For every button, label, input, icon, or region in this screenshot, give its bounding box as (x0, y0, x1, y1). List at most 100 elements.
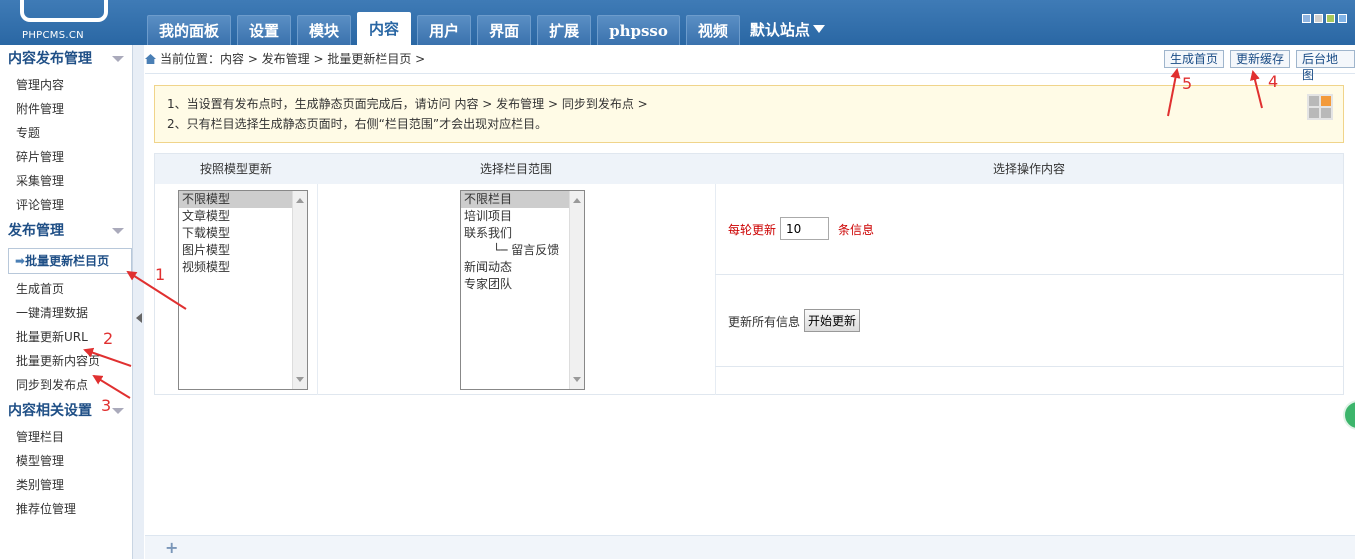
model-select-list[interactable]: 不限模型 文章模型 下载模型 图片模型 视频模型 (178, 190, 308, 390)
sidebar-item-generate-home[interactable]: 生成首页 (0, 277, 132, 301)
plus-icon[interactable]: + (165, 538, 178, 557)
column-header-model: 按照模型更新 (155, 154, 317, 184)
category-select-list[interactable]: 不限栏目 培训项目 联系我们 └─ 留言反馈 新闻动态 专家团队 (460, 190, 585, 390)
start-update-button[interactable]: 开始更新 (804, 309, 861, 332)
arrow-right-icon: ➡ (15, 254, 26, 268)
sidebar-item-batch-update-category[interactable]: ➡批量更新栏目页 (8, 248, 132, 274)
skin-switcher (1302, 14, 1347, 23)
model-option[interactable]: 不限模型 (179, 191, 307, 208)
top-header: PHPCMS.CN 我的面板 设置 模块 内容 用户 界面 扩展 phpsso … (0, 0, 1355, 45)
main-panel: 当前位置：内容 > 发布管理 > 批量更新栏目页 > 生成首页 更新缓存 后台地… (145, 45, 1355, 559)
breadcrumb-text: 当前位置：内容 > 发布管理 > 批量更新栏目页 > (160, 52, 426, 66)
row-divider (715, 274, 1343, 275)
collapse-left-icon (136, 313, 142, 323)
model-option[interactable]: 文章模型 (179, 208, 307, 225)
logo-text: PHPCMS.CN (22, 30, 84, 41)
collapse-icon (112, 56, 124, 62)
tab-settings[interactable]: 设置 (237, 15, 292, 45)
annotation-label-4: 4 (1268, 72, 1279, 91)
model-option[interactable]: 图片模型 (179, 242, 307, 259)
sidebar-item-model-manage[interactable]: 模型管理 (0, 449, 132, 473)
tab-my-panel[interactable]: 我的面板 (147, 15, 232, 45)
backend-map-button[interactable]: 后台地图 (1296, 50, 1355, 82)
column-divider (715, 184, 716, 395)
rounds-label: 每轮更新 (728, 223, 777, 237)
rounds-unit: 条信息 (838, 223, 875, 237)
skin-swatch-lightblue[interactable] (1338, 14, 1347, 23)
collapse-icon (112, 228, 124, 234)
tab-extensions[interactable]: 扩展 (537, 15, 592, 45)
section-title: 内容相关设置 (8, 403, 92, 419)
tab-video[interactable]: 视频 (685, 15, 740, 45)
main-nav: 我的面板 设置 模块 内容 用户 界面 扩展 phpsso 视频 默认站点 (147, 12, 825, 45)
model-option[interactable]: 视频模型 (179, 259, 307, 276)
rounds-input[interactable] (780, 217, 829, 240)
annotation-label-2: 2 (103, 329, 114, 348)
sidebar-item-sync-publish[interactable]: 同步到发布点 (0, 373, 132, 397)
scroll-down-icon[interactable] (296, 377, 304, 382)
sidebar: 内容发布管理 管理内容 附件管理 专题 碎片管理 采集管理 评论管理 发布管理 … (0, 45, 133, 559)
category-option[interactable]: 联系我们 (461, 225, 584, 242)
scrollbar[interactable] (569, 191, 584, 389)
collapse-tips-icon[interactable] (1307, 94, 1333, 120)
tab-interface[interactable]: 界面 (477, 15, 532, 45)
annotation-label-3: 3 (101, 396, 112, 415)
scroll-up-icon[interactable] (296, 198, 304, 203)
sidebar-item-type-manage[interactable]: 类别管理 (0, 473, 132, 497)
skin-swatch-blue[interactable] (1302, 14, 1311, 23)
scrollbar[interactable] (292, 191, 307, 389)
category-option[interactable]: └─ 留言反馈 (461, 242, 584, 259)
sidebar-item-batch-update-content[interactable]: 批量更新内容页 (0, 349, 132, 373)
sidebar-item-position-manage[interactable]: 推荐位管理 (0, 497, 132, 521)
sidebar-item-manage-content[interactable]: 管理内容 (0, 73, 132, 97)
section-title: 发布管理 (8, 223, 64, 239)
sidebar-item-label: 批量更新栏目页 (25, 254, 110, 268)
category-option[interactable]: 不限栏目 (461, 191, 584, 208)
scroll-up-icon[interactable] (573, 198, 581, 203)
phpcms-logo[interactable]: PHPCMS.CN (0, 0, 140, 45)
skin-swatch-green[interactable] (1326, 14, 1335, 23)
section-title: 内容发布管理 (8, 51, 92, 67)
floating-widget-icon[interactable] (1343, 400, 1355, 430)
tab-phpsso[interactable]: phpsso (597, 15, 680, 45)
sidebar-item-clean-data[interactable]: 一键清理数据 (0, 301, 132, 325)
column-divider (317, 184, 318, 395)
skin-swatch-gray[interactable] (1314, 14, 1323, 23)
category-option[interactable]: 培训项目 (461, 208, 584, 225)
category-option[interactable]: 专家团队 (461, 276, 584, 293)
bottom-bar: + (145, 535, 1355, 559)
annotation-label-5: 5 (1182, 74, 1193, 93)
sidebar-item-comments[interactable]: 评论管理 (0, 193, 132, 217)
breadcrumb-bar: 当前位置：内容 > 发布管理 > 批量更新栏目页 > 生成首页 更新缓存 后台地… (145, 45, 1355, 82)
chevron-down-icon (812, 25, 825, 33)
sidebar-section-publish[interactable]: 发布管理 (0, 217, 132, 245)
update-all-label: 更新所有信息 (728, 315, 801, 329)
sidebar-item-blocks[interactable]: 碎片管理 (0, 145, 132, 169)
site-select[interactable]: 默认站点 (746, 15, 825, 45)
scroll-down-icon[interactable] (573, 377, 581, 382)
sidebar-section-content-settings[interactable]: 内容相关设置 (0, 397, 132, 425)
tab-modules[interactable]: 模块 (297, 15, 352, 45)
category-option[interactable]: 新闻动态 (461, 259, 584, 276)
tips-box: 1、当设置有发布点时，生成静态页面完成后，请访问 内容 > 发布管理 > 同步到… (154, 85, 1344, 143)
tab-content[interactable]: 内容 (357, 12, 412, 45)
column-header-operation: 选择操作内容 (715, 154, 1343, 184)
logo-mark-icon (20, 0, 108, 22)
sidebar-item-collection[interactable]: 采集管理 (0, 169, 132, 193)
breadcrumb: 当前位置：内容 > 发布管理 > 批量更新栏目页 > (145, 45, 425, 74)
sidebar-section-content-publish[interactable]: 内容发布管理 (0, 45, 132, 73)
sidebar-toggle[interactable] (133, 45, 144, 559)
sidebar-item-manage-category[interactable]: 管理栏目 (0, 425, 132, 449)
update-options-table: 按照模型更新 选择栏目范围 选择操作内容 不限模型 文章模型 下载模型 图片模型… (154, 153, 1344, 395)
generate-home-button[interactable]: 生成首页 (1164, 50, 1225, 68)
sidebar-item-topics[interactable]: 专题 (0, 121, 132, 145)
tab-users[interactable]: 用户 (417, 15, 472, 45)
home-icon[interactable] (145, 54, 156, 64)
update-cache-button[interactable]: 更新缓存 (1230, 50, 1291, 68)
collapse-icon (112, 408, 124, 414)
site-select-label: 默认站点 (749, 21, 810, 39)
row-divider (715, 366, 1343, 367)
sidebar-item-attachments[interactable]: 附件管理 (0, 97, 132, 121)
tip-line: 2、只有栏目选择生成静态页面时，右侧“栏目范围”才会出现对应栏目。 (167, 117, 548, 131)
model-option[interactable]: 下载模型 (179, 225, 307, 242)
